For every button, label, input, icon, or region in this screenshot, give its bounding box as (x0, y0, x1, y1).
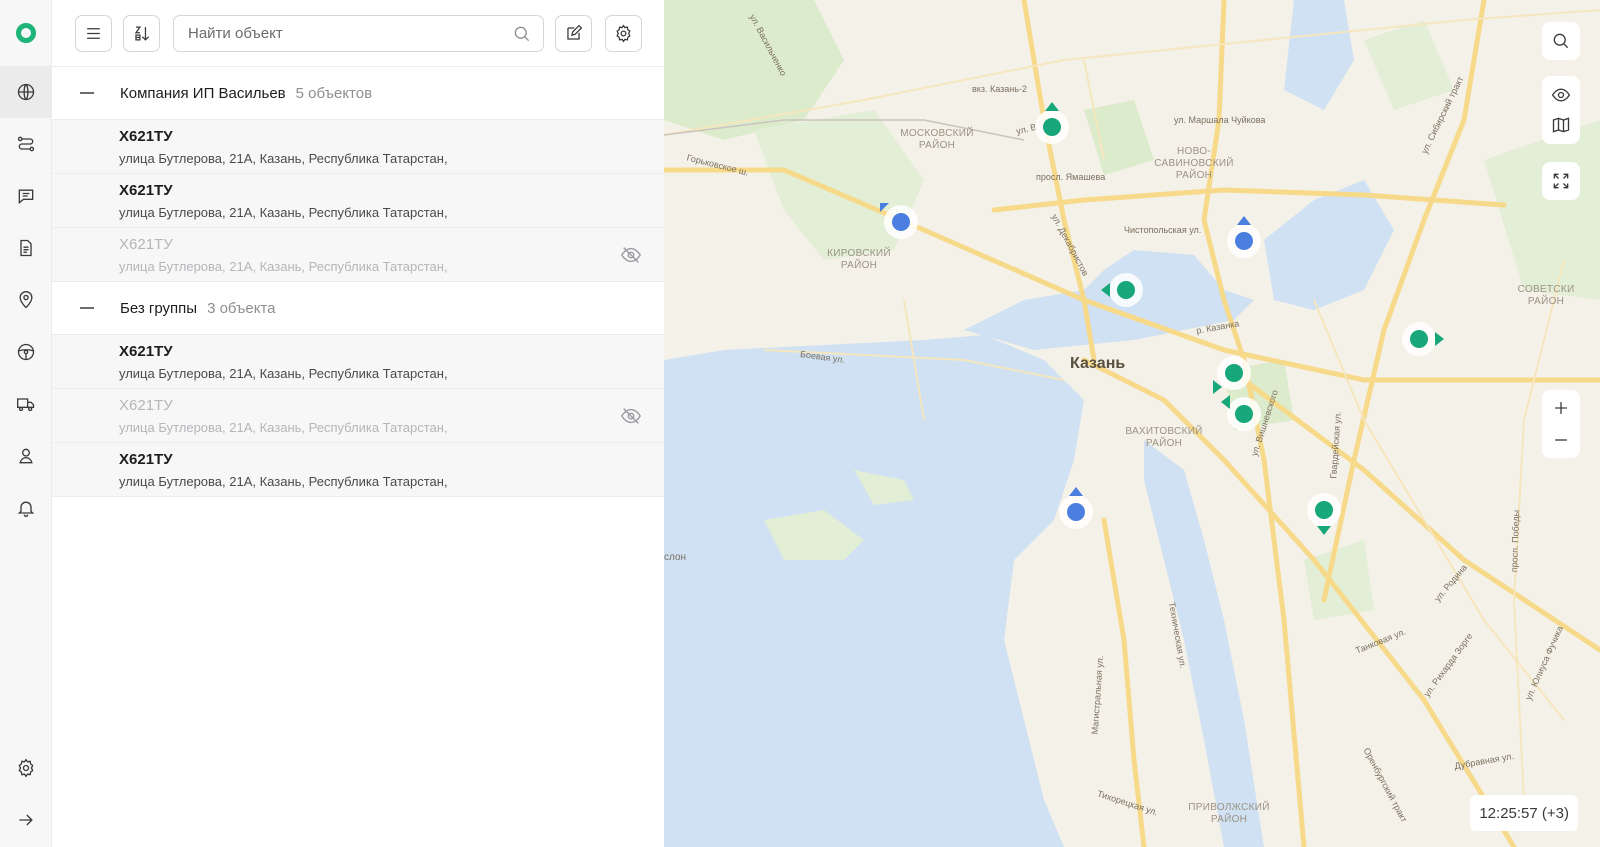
object-address: улица Бутлерова, 21А, Казань, Республика… (119, 151, 448, 166)
map-view[interactable]: Казань МОСКОВСКИЙ РАЙОН НОВО-САВИНОВСКИЙ… (664, 0, 1600, 847)
eye-off-icon[interactable] (620, 405, 642, 427)
edit-icon (567, 24, 583, 40)
vehicle-marker[interactable] (1402, 322, 1444, 356)
object-plate: Х621ТУ (119, 128, 173, 145)
group-header[interactable]: Без группы 3 объекта (52, 282, 664, 335)
group-name: Без группы (120, 299, 198, 317)
object-address: улица Бутлерова, 21А, Казань, Республика… (119, 259, 448, 274)
object-row-hidden[interactable]: Х621ТУ улица Бутлерова, 21А, Казань, Рес… (52, 389, 664, 443)
vehicle-marker[interactable] (880, 203, 918, 239)
zoom-control (1542, 390, 1580, 458)
globe-icon[interactable] (0, 66, 52, 118)
left-rail (0, 0, 52, 847)
zoom-in-icon[interactable] (1551, 398, 1571, 418)
street-label: слон (664, 552, 687, 563)
object-plate: Х621ТУ (119, 451, 173, 468)
group-header[interactable]: Компания ИП Васильев 5 объектов (52, 67, 664, 120)
fullscreen-icon (1553, 173, 1569, 189)
panel-toolbar (52, 0, 664, 67)
street-label: вкз. Казань-2 (972, 84, 1027, 94)
sort-az-icon (134, 26, 150, 41)
menu-button[interactable] (75, 15, 112, 52)
object-plate: Х621ТУ (119, 182, 173, 199)
object-address: улица Бутлерова, 21А, Казань, Республика… (119, 205, 448, 220)
bell-icon[interactable] (0, 482, 52, 534)
hamburger-icon (87, 28, 100, 39)
vehicle-marker[interactable] (1227, 216, 1261, 258)
district-label: ПРИВОЛЖСКИЙ РАЙОН (1188, 802, 1270, 825)
eye-off-icon[interactable] (620, 244, 642, 266)
eye-icon[interactable] (1551, 85, 1571, 105)
vehicle-marker[interactable] (1101, 273, 1143, 307)
district-label: СОВЕТСКИ РАЙОН (1517, 284, 1575, 307)
logo-icon[interactable] (0, 7, 52, 59)
object-row[interactable]: Х621ТУ улица Бутлерова, 21А, Казань, Рес… (52, 174, 664, 228)
vehicle-marker[interactable] (1059, 487, 1093, 529)
settings-gear-icon[interactable] (0, 742, 52, 794)
object-plate: Х621ТУ (119, 397, 173, 414)
search-icon (1553, 33, 1569, 49)
map-icon[interactable] (1551, 115, 1571, 135)
group-count: 5 объектов (295, 84, 373, 102)
street-label: Чистопольская ул. (1124, 225, 1202, 235)
edit-button[interactable] (555, 15, 592, 52)
district-label: КИРОВСКИЙ РАЙОН (827, 248, 891, 271)
group-name: Компания ИП Васильев (120, 84, 286, 102)
district-label: ВАХИТОВСКИЙ РАЙОН (1125, 426, 1203, 449)
collapse-minus-icon[interactable] (76, 86, 104, 100)
search-input[interactable] (188, 16, 498, 51)
city-label: Казань (1070, 355, 1126, 372)
object-row[interactable]: Х621ТУ улица Бутлерова, 21А, Казань, Рес… (52, 335, 664, 389)
object-row[interactable]: Х621ТУ улица Бутлерова, 21А, Казань, Рес… (52, 120, 664, 174)
search-field[interactable] (173, 15, 544, 52)
zoom-out-icon[interactable] (1551, 430, 1571, 450)
vehicle-marker[interactable] (1213, 356, 1251, 394)
district-label: МОСКОВСКИЙ РАЙОН (900, 128, 974, 151)
gear-icon (616, 24, 631, 43)
search-icon[interactable] (512, 24, 532, 44)
object-address: улица Бутлерова, 21А, Казань, Республика… (119, 474, 448, 489)
object-address: улица Бутлерова, 21А, Казань, Республика… (119, 366, 448, 381)
steering-wheel-icon[interactable] (0, 326, 52, 378)
vehicle-marker[interactable] (1035, 102, 1069, 144)
location-pin-icon[interactable] (0, 274, 52, 326)
street-label: ул. Маршала Чуйкова (1174, 115, 1266, 125)
map-search-button[interactable] (1542, 22, 1580, 60)
expand-arrow-icon[interactable] (0, 794, 52, 846)
time-display: 12:25:57 (+3) (1470, 795, 1578, 831)
settings-button[interactable] (605, 15, 642, 52)
group-count: 3 объекта (207, 299, 276, 317)
map-background (664, 0, 1600, 847)
vehicle-marker[interactable] (1307, 493, 1341, 535)
document-icon[interactable] (0, 222, 52, 274)
vehicle-marker[interactable] (1221, 395, 1261, 431)
object-plate: Х621ТУ (119, 343, 173, 360)
user-icon[interactable] (0, 430, 52, 482)
street-label: просл. Ямашева (1036, 172, 1106, 182)
fullscreen-button[interactable] (1542, 162, 1580, 200)
object-row[interactable]: Х621ТУ улица Бутлерова, 21А, Казань, Рес… (52, 443, 664, 497)
object-list-panel: Компания ИП Васильев 5 объектов Х621ТУ у… (52, 0, 664, 847)
map-layers-group (1542, 76, 1580, 144)
object-address: улица Бутлерова, 21А, Казань, Республика… (119, 420, 448, 435)
district-label: НОВО-САВИНОВСКИЙ РАЙОН (1154, 146, 1234, 181)
route-icon[interactable] (0, 118, 52, 170)
sort-button[interactable] (123, 15, 160, 52)
object-row-hidden[interactable]: Х621ТУ улица Бутлерова, 21А, Казань, Рес… (52, 228, 664, 282)
message-icon[interactable] (0, 170, 52, 222)
truck-icon[interactable] (0, 378, 52, 430)
object-plate: Х621ТУ (119, 236, 173, 253)
collapse-minus-icon[interactable] (76, 301, 104, 315)
